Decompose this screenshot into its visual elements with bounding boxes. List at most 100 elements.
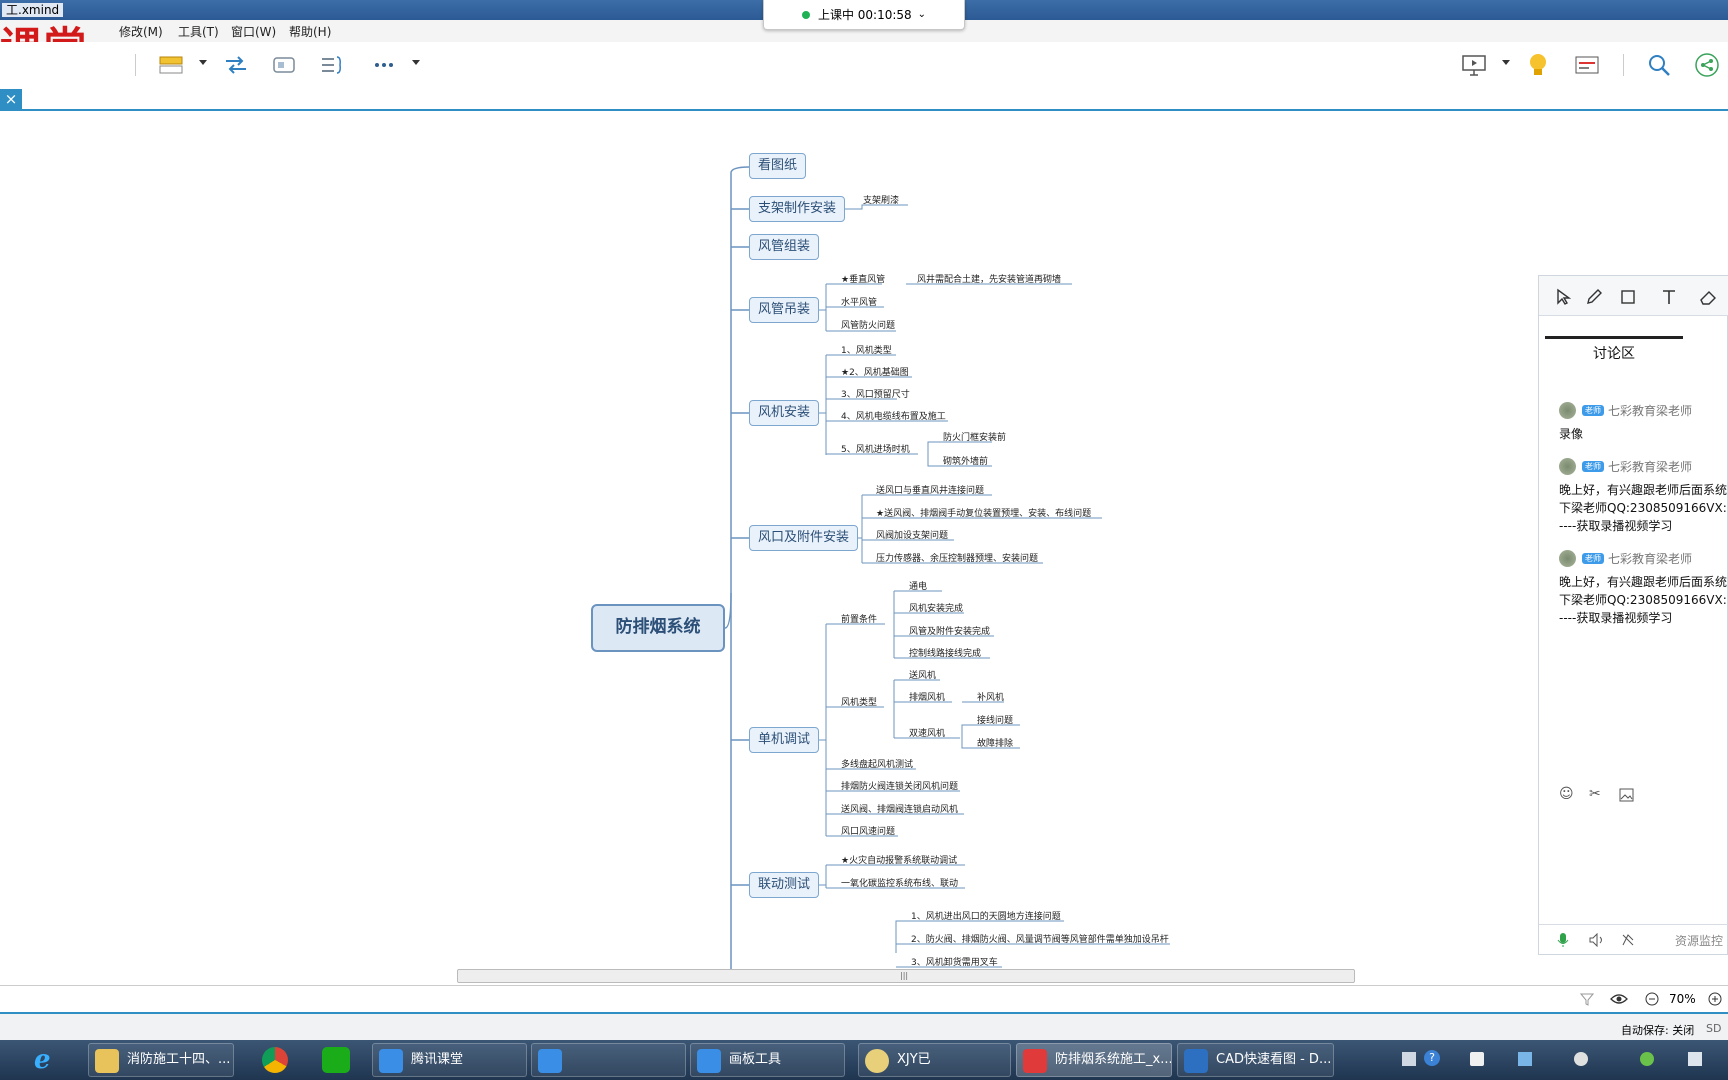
central-topic[interactable]: 防排烟系统: [591, 604, 725, 652]
presentation-icon[interactable]: [1461, 52, 1487, 78]
subtopic[interactable]: 送风阀、排烟阀连锁启动风机: [841, 804, 958, 816]
subtopic[interactable]: ★送风阀、排烟阀手动复位装置预埋、安装、布线问题: [876, 508, 1091, 520]
menu-modify[interactable]: 修改(M): [119, 23, 163, 40]
taskbar-item-xmind[interactable]: 防排烟系统施工_x...: [1016, 1043, 1172, 1077]
topic-view-drawings[interactable]: 看图纸: [749, 153, 807, 179]
outline-icon[interactable]: [1574, 52, 1600, 78]
summary-icon[interactable]: [319, 52, 345, 78]
subtopic[interactable]: 防火门框安装前: [943, 432, 1006, 444]
pen-icon[interactable]: [1585, 288, 1603, 306]
subtopic[interactable]: 一氧化碳监控系统布线、联动: [841, 878, 958, 890]
image-icon[interactable]: [1619, 788, 1634, 802]
subtopic[interactable]: 4、风机电缆线布置及施工: [841, 411, 946, 423]
filter-icon[interactable]: [1580, 992, 1594, 1006]
chevron-down-icon[interactable]: [199, 60, 207, 65]
subtopic[interactable]: 5、风机进场时机: [841, 444, 910, 456]
taskbar-item-folder[interactable]: 消防施工十四、...: [88, 1043, 234, 1077]
subtopic[interactable]: 排烟防火阀连锁关闭风机问题: [841, 781, 958, 793]
mindmap-canvas[interactable]: 防排烟系统 看图纸 支架制作安装 风管组装 风管吊装 风机安装 风口及附件安装 …: [0, 113, 1728, 970]
eye-icon[interactable]: [1610, 992, 1628, 1006]
subtopic[interactable]: 控制线路接线完成: [909, 648, 981, 660]
taskbar-item-tencent-class[interactable]: 腾讯课堂: [372, 1043, 527, 1077]
subtopic[interactable]: ★2、风机基础图: [841, 367, 909, 379]
subtopic[interactable]: ★火灾自动报警系统联动调试: [841, 855, 957, 867]
tab-discussion[interactable]: 讨论区: [1545, 336, 1683, 366]
lightbulb-icon[interactable]: [1525, 52, 1551, 78]
subtopic[interactable]: 砌筑外墙前: [943, 456, 988, 468]
subtopic[interactable]: 3、风口预留尺寸: [841, 389, 910, 401]
close-tab-button[interactable]: ×: [0, 89, 22, 109]
topic-single-test[interactable]: 单机调试: [749, 727, 820, 753]
subtopic[interactable]: 补风机: [977, 692, 1004, 704]
zoom-out-icon[interactable]: [1645, 992, 1659, 1006]
chevron-down-icon[interactable]: [412, 60, 420, 65]
subtopic[interactable]: 送风机: [909, 670, 936, 682]
topic-style-icon[interactable]: [158, 52, 184, 78]
menu-window[interactable]: 窗口(W): [231, 23, 276, 40]
text-icon[interactable]: [1660, 288, 1678, 306]
subtopic[interactable]: 支架刷漆: [863, 195, 899, 207]
subtopic[interactable]: 风井需配合土建，先安装管道再砌墙: [917, 274, 1061, 286]
scissors-icon[interactable]: ✂: [1589, 786, 1601, 802]
tray-icon[interactable]: [1640, 1052, 1654, 1066]
live-class-status[interactable]: 上课中 00:10:58 ⌄: [763, 0, 965, 30]
subtopic[interactable]: 风管防火问题: [841, 320, 895, 332]
wechat-icon[interactable]: [322, 1047, 350, 1073]
subtopic[interactable]: 风阀加设支架问题: [876, 530, 948, 542]
taskbar-item-cad[interactable]: CAD快速看图 - D...: [1177, 1043, 1334, 1077]
topic-duct-hoisting[interactable]: 风管吊装: [749, 297, 820, 323]
taskbar-item-tencent-class-2[interactable]: [531, 1043, 686, 1077]
subtopic[interactable]: 双速风机: [909, 728, 945, 740]
taskbar-item-whiteboard[interactable]: 画板工具: [690, 1043, 845, 1077]
horizontal-scrollbar[interactable]: |||: [457, 969, 1355, 983]
zoom-in-icon[interactable]: [1708, 992, 1722, 1006]
topic-bracket-install[interactable]: 支架制作安装: [749, 196, 846, 222]
microphone-icon[interactable]: [1557, 932, 1569, 948]
subtopic[interactable]: 故障排除: [977, 738, 1013, 750]
boundary-icon[interactable]: [271, 52, 297, 78]
subtopic[interactable]: 风机类型: [841, 697, 877, 709]
subtopic[interactable]: 接线问题: [977, 715, 1013, 727]
chevron-down-icon[interactable]: [1502, 60, 1510, 65]
help-icon[interactable]: ?: [1424, 1050, 1440, 1066]
speaker-icon[interactable]: [1589, 933, 1605, 947]
menu-tools[interactable]: 工具(T): [178, 23, 219, 40]
subtopic[interactable]: 水平风管: [841, 297, 877, 309]
topic-linkage-test[interactable]: 联动测试: [749, 872, 820, 898]
resource-monitor-label[interactable]: 资源监控: [1675, 932, 1723, 949]
topic-duct-assembly[interactable]: 风管组装: [749, 234, 820, 260]
subtopic[interactable]: 通电: [909, 581, 927, 593]
subtopic[interactable]: 风管及附件安装完成: [909, 626, 990, 638]
subtopic[interactable]: 多线盘起风机测试: [841, 759, 913, 771]
eraser-icon[interactable]: [1699, 288, 1717, 306]
tray-icon[interactable]: [1688, 1052, 1702, 1066]
autosave-status[interactable]: 自动保存: 关闭: [1621, 1022, 1694, 1038]
mute-video-icon[interactable]: [1621, 933, 1635, 947]
subtopic[interactable]: 风机安装完成: [909, 603, 963, 615]
rectangle-icon[interactable]: [1619, 288, 1637, 306]
subtopic[interactable]: 压力传感器、余压控制器预埋、安装问题: [876, 553, 1038, 565]
tray-icon[interactable]: [1574, 1052, 1588, 1066]
share-icon[interactable]: [1694, 52, 1720, 78]
search-icon[interactable]: [1646, 52, 1672, 78]
subtopic[interactable]: ★垂直风管: [841, 274, 885, 286]
internet-explorer-icon[interactable]: e: [34, 1045, 66, 1075]
emoji-icon[interactable]: ☺: [1559, 786, 1574, 802]
subtopic[interactable]: 风口风速问题: [841, 826, 895, 838]
subtopic[interactable]: 1、风机类型: [841, 345, 892, 357]
subtopic[interactable]: 送风口与垂直风井连接问题: [876, 485, 984, 497]
topic-vent-accessories[interactable]: 风口及附件安装: [749, 525, 859, 551]
relationship-icon[interactable]: [223, 52, 249, 78]
pointer-icon[interactable]: [1555, 288, 1573, 306]
tray-icon[interactable]: [1518, 1052, 1532, 1066]
more-icon[interactable]: [371, 52, 397, 78]
subtopic[interactable]: 前置条件: [841, 614, 877, 626]
subtopic[interactable]: 2、防火阀、排烟防火阀、风量调节阀等风管部件需单独加设吊杆: [911, 934, 1169, 946]
subtopic[interactable]: 排烟风机: [909, 692, 945, 704]
notification-icon[interactable]: [1470, 1052, 1484, 1066]
chrome-icon[interactable]: [262, 1047, 288, 1073]
topic-fan-install[interactable]: 风机安装: [749, 400, 820, 426]
taskbar-item-xjy[interactable]: XJY已: [858, 1043, 1011, 1077]
subtopic[interactable]: 1、风机进出风口的天圆地方连接问题: [911, 911, 1061, 923]
keyboard-icon[interactable]: [1402, 1052, 1416, 1066]
